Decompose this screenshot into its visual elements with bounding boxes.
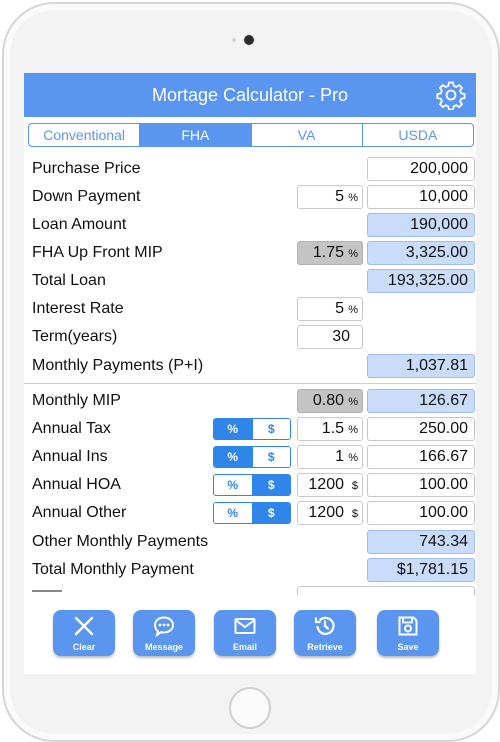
fha-up-front-mip-percent-value: 1.75	[312, 244, 344, 261]
message-button-label: Message	[144, 642, 184, 652]
partial-row-label	[32, 586, 72, 596]
email-button-label: Email	[232, 642, 257, 652]
monthly-mip-label: Monthly MIP	[32, 392, 121, 409]
other-monthly-payments-label: Other Monthly Payments	[32, 533, 209, 550]
down-payment-percent-field[interactable]: 5 %	[297, 185, 363, 209]
gear-icon[interactable]	[436, 80, 466, 110]
term-years-field[interactable]: 30	[297, 325, 363, 349]
annual-hoa-label: Annual HOA	[32, 476, 121, 493]
x-icon	[74, 616, 94, 636]
partial-row-field	[297, 586, 475, 595]
down-payment-label: Down Payment	[32, 188, 141, 205]
annual-other-value: 100.00	[367, 501, 475, 525]
tab-conventional[interactable]: Conventional	[29, 124, 139, 146]
annual-other-unit-toggle: % $	[213, 502, 291, 524]
annual-hoa-unit-toggle: % $	[213, 474, 291, 496]
app-screen: Mortage Calculator - Pro Conventional FH…	[24, 73, 476, 674]
annual-hoa-input-value: 1200	[308, 476, 344, 493]
annual-ins-input[interactable]: 1 %	[297, 445, 363, 469]
annual-ins-unit: %	[348, 452, 358, 464]
monthly-mip-percent: 0.80 %	[297, 389, 363, 413]
down-payment-amount-field[interactable]: 10,000	[367, 185, 475, 209]
app-title: Mortage Calculator - Pro	[151, 85, 349, 105]
tab-fha[interactable]: FHA	[139, 124, 251, 146]
loan-type-tabs: Conventional FHA VA USDA	[28, 123, 474, 147]
annual-tax-unit: %	[348, 424, 358, 436]
message-button[interactable]: Message	[133, 610, 195, 656]
percent-unit: %	[348, 396, 358, 408]
camera-icon	[244, 35, 254, 45]
annual-tax-value: 250.00	[367, 417, 475, 441]
annual-other-percent-option[interactable]: %	[214, 503, 252, 523]
fha-up-front-mip-label: FHA Up Front MIP	[32, 244, 163, 261]
total-monthly-payment-value: $1,781.15	[367, 558, 475, 582]
home-button[interactable]	[229, 687, 271, 729]
total-monthly-payment-label: Total Monthly Payment	[32, 561, 194, 578]
monthly-mip-percent-value: 0.80	[312, 392, 344, 409]
loan-amount-label: Loan Amount	[32, 216, 127, 233]
annual-ins-unit-toggle: % $	[213, 446, 291, 468]
interest-rate-label: Interest Rate	[32, 300, 124, 317]
purchase-price-label: Purchase Price	[32, 160, 141, 177]
annual-other-unit: $	[351, 508, 358, 520]
annual-hoa-input[interactable]: 1200 $	[297, 473, 363, 497]
total-loan-value: 193,325.00	[367, 269, 475, 293]
annual-other-dollar-option[interactable]: $	[251, 503, 290, 523]
tab-va[interactable]: VA	[250, 124, 362, 146]
loan-amount-value: 190,000	[367, 213, 475, 237]
save-button[interactable]: Save	[377, 610, 439, 656]
down-payment-percent-value: 5	[335, 188, 344, 205]
clear-button[interactable]: Clear	[53, 610, 115, 656]
annual-tax-label: Annual Tax	[32, 420, 111, 437]
annual-ins-value: 166.67	[367, 445, 475, 469]
annual-tax-input-value: 1.5	[321, 420, 344, 437]
interest-rate-value: 5	[335, 300, 344, 317]
email-button[interactable]: Email	[214, 610, 276, 656]
navigation-bar: Mortage Calculator - Pro	[24, 73, 476, 117]
total-loan-label: Total Loan	[32, 272, 106, 289]
fha-up-front-mip-percent: 1.75 %	[297, 241, 363, 265]
clear-button-label: Clear	[72, 642, 96, 652]
fha-up-front-mip-value: 3,325.00	[367, 241, 475, 265]
annual-ins-input-value: 1	[335, 448, 344, 465]
retrieve-button[interactable]: Retrieve	[294, 610, 356, 656]
section-divider	[24, 383, 476, 384]
annual-tax-input[interactable]: 1.5 %	[297, 417, 363, 441]
annual-ins-label: Annual Ins	[32, 448, 108, 465]
purchase-price-field[interactable]: 200,000	[367, 157, 475, 181]
monthly-payments-label: Monthly Payments (P+I)	[32, 357, 204, 374]
annual-other-input-value: 1200	[308, 504, 344, 521]
annual-hoa-value: 100.00	[367, 473, 475, 497]
percent-unit: %	[348, 304, 358, 316]
annual-ins-percent-option[interactable]: %	[214, 447, 252, 467]
annual-tax-percent-option[interactable]: %	[214, 419, 252, 439]
sensor-dot	[232, 38, 236, 42]
tab-usda[interactable]: USDA	[361, 124, 473, 146]
interest-rate-field[interactable]: 5 %	[297, 297, 363, 321]
annual-tax-dollar-option[interactable]: $	[251, 419, 290, 439]
history-icon	[314, 616, 335, 635]
save-button-label: Save	[397, 642, 419, 652]
term-years-label: Term(years)	[32, 328, 118, 345]
annual-hoa-unit: $	[351, 480, 358, 492]
annual-hoa-dollar-option[interactable]: $	[251, 475, 290, 495]
annual-tax-unit-toggle: % $	[213, 418, 291, 440]
monthly-mip-value: 126.67	[367, 389, 475, 413]
percent-unit: %	[348, 248, 358, 260]
annual-hoa-percent-option[interactable]: %	[214, 475, 252, 495]
annual-ins-dollar-option[interactable]: $	[251, 447, 290, 467]
percent-unit: %	[348, 192, 358, 204]
floppy-disk-icon	[398, 616, 418, 636]
envelope-icon	[234, 618, 256, 634]
monthly-payments-value: 1,037.81	[367, 354, 475, 378]
annual-other-label: Annual Other	[32, 504, 127, 521]
annual-other-input[interactable]: 1200 $	[297, 501, 363, 525]
chat-bubble-icon	[153, 616, 175, 638]
other-monthly-payments-value: 743.34	[367, 530, 475, 554]
retrieve-button-label: Retrieve	[307, 642, 343, 652]
